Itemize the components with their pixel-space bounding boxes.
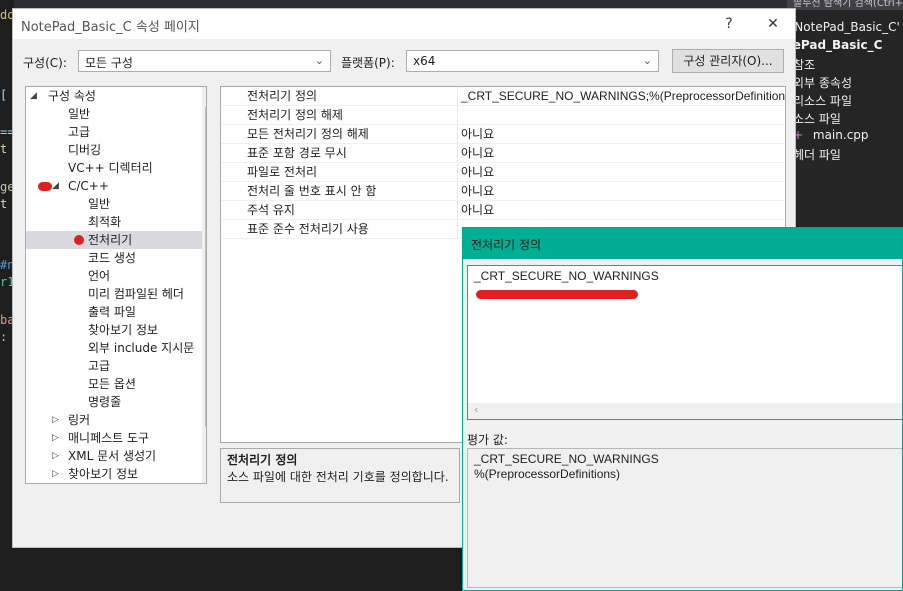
resource-files-item[interactable]: 리소스 파일: [793, 92, 852, 109]
config-manager-button[interactable]: 구성 관리자(O)...: [672, 49, 784, 73]
platform-select[interactable]: x64 ⌄: [406, 50, 659, 72]
scrollbar-thumb[interactable]: [205, 107, 206, 427]
expand-arrow-icon: ▷: [52, 451, 59, 461]
tree-item-cpp-advanced[interactable]: 고급: [88, 357, 110, 375]
tree-item-external-includes[interactable]: 외부 include 지시문: [88, 339, 194, 357]
evaluated-line: _CRT_SECURE_NO_WARNINGS: [474, 452, 659, 466]
expand-arrow-icon: ▷: [52, 415, 59, 425]
chevron-down-icon: ⌄: [642, 54, 652, 67]
grid-row[interactable]: 모든 전처리기 정의 해제 아니요: [221, 125, 785, 144]
expand-arrow-icon: ▷: [52, 469, 59, 479]
tree-item-cpp-general[interactable]: 일반: [88, 195, 110, 213]
dialog-title: NotePad_Basic_C 속성 페이지: [21, 20, 200, 35]
solution-explorer: 'NotePad_Basic_C' ( tePad_Basic_C 참조 외부 …: [787, 10, 903, 250]
platform-label: 플랫폼(P):: [341, 56, 395, 70]
chevron-left-icon[interactable]: ‹: [474, 403, 478, 416]
config-value: 모든 구성: [85, 56, 133, 70]
tree-item-language[interactable]: 언어: [88, 267, 110, 285]
project-item[interactable]: tePad_Basic_C: [787, 38, 882, 52]
tree-vertical-scrollbar[interactable]: [202, 87, 206, 483]
references-item[interactable]: 참조: [793, 56, 815, 73]
definitions-text[interactable]: _CRT_SECURE_NO_WARNINGS: [474, 269, 659, 283]
evaluated-value-label: 평가 값:: [467, 433, 508, 447]
property-description: 전처리기 정의 소스 파일에 대한 전처리 기호를 정의합니다.: [220, 448, 460, 503]
tree-item-output-files[interactable]: 출력 파일: [88, 303, 136, 321]
collapse-arrow-icon: ◢: [52, 181, 59, 191]
red-highlight-mark: [476, 290, 638, 299]
tree-item-code-generation[interactable]: 코드 생성: [88, 249, 136, 267]
evaluated-line: %(PreprocessorDefinitions): [474, 467, 621, 481]
red-highlight-mark: [38, 182, 52, 191]
definitions-edit-box[interactable]: _CRT_SECURE_NO_WARNINGS ‹: [467, 265, 902, 420]
solution-item[interactable]: 'NotePad_Basic_C' (: [791, 20, 903, 34]
popup-titlebar: 전처리기 정의: [463, 228, 902, 259]
description-title: 전처리기 정의: [227, 453, 298, 467]
tree-item-all-options[interactable]: 모든 옵션: [88, 375, 136, 393]
tree-item-precompiled-headers[interactable]: 미리 컴파일된 헤더: [88, 285, 184, 303]
config-select[interactable]: 모든 구성 ⌄: [78, 50, 331, 72]
chevron-down-icon: ⌄: [314, 54, 324, 67]
red-highlight-mark: [74, 235, 84, 245]
header-files-item[interactable]: 헤더 파일: [793, 146, 841, 163]
dialog-titlebar: NotePad_Basic_C 속성 페이지 ? ✕: [13, 9, 795, 39]
expand-arrow-icon: ▷: [52, 433, 59, 443]
grid-row[interactable]: 주석 유지 아니요: [221, 201, 785, 220]
platform-value: x64: [413, 54, 436, 68]
tree-item-browse-info[interactable]: 찾아보기 정보: [88, 321, 158, 339]
tree-item-debugging[interactable]: 디버깅: [68, 141, 101, 159]
grid-row[interactable]: 전처리기 정의 _CRT_SECURE_NO_WARNINGS;%(Prepro…: [221, 87, 785, 106]
tree-item-general[interactable]: 일반: [68, 105, 90, 123]
tree-item-command-line[interactable]: 명령줄: [88, 393, 121, 411]
external-deps-item[interactable]: 외부 종속성: [793, 74, 852, 91]
tree-item-cpp[interactable]: ◢ C/C++: [38, 177, 178, 195]
collapse-arrow-icon: ◢: [30, 91, 37, 101]
config-label: 구성(C):: [23, 56, 67, 70]
close-icon[interactable]: ✕: [761, 13, 785, 35]
description-body: 소스 파일에 대한 전처리 기호를 정의합니다.: [227, 470, 449, 484]
popup-title: 전처리기 정의: [471, 238, 542, 252]
grid-row[interactable]: 전처리 줄 번호 표시 안 함 아니요: [221, 182, 785, 201]
edit-horizontal-scrollbar[interactable]: ‹: [468, 403, 902, 419]
tree-item-advanced[interactable]: 고급: [68, 123, 90, 141]
evaluated-value-box: _CRT_SECURE_NO_WARNINGS %(PreprocessorDe…: [467, 448, 902, 588]
property-tree: ◢ 구성 속성 일반 고급 디버깅 VC++ 디렉터리 ◢ C/C++ 일반 최…: [25, 86, 207, 484]
grid-row[interactable]: 표준 포함 경로 무시 아니요: [221, 144, 785, 163]
tree-item-vc-directories[interactable]: VC++ 디렉터리: [68, 159, 153, 177]
grid-row[interactable]: 파일로 전처리 아니요: [221, 163, 785, 182]
tree-item-optimization[interactable]: 최적화: [88, 213, 121, 231]
grid-row[interactable]: 전처리기 정의 해제: [221, 106, 785, 125]
preprocessor-definitions-dialog: 전처리기 정의 _CRT_SECURE_NO_WARNINGS ‹ 평가 값: …: [462, 227, 903, 591]
help-icon[interactable]: ?: [717, 13, 741, 35]
main-cpp-item[interactable]: + main.cpp: [793, 128, 869, 142]
tree-item-preprocessor[interactable]: 전처리기: [26, 231, 202, 249]
source-files-item[interactable]: 소스 파일: [793, 110, 841, 127]
